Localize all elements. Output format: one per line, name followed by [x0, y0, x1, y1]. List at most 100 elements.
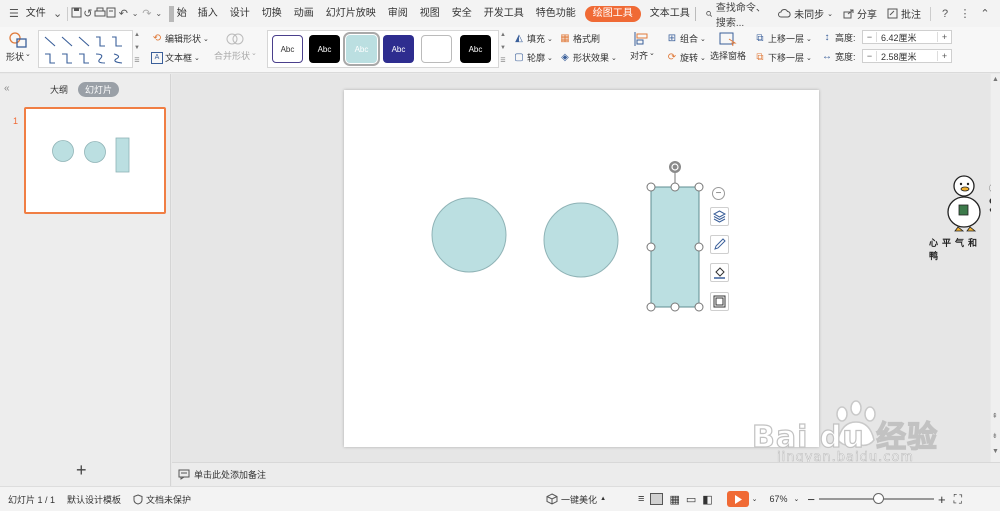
start-tab-collapsed[interactable]: [168, 5, 174, 22]
shape-gallery[interactable]: [38, 30, 133, 68]
scroll-down-arrow[interactable]: ▼: [992, 448, 999, 455]
play-slideshow-button[interactable]: [726, 491, 749, 507]
tab-slideshow[interactable]: 幻灯片放映: [320, 0, 382, 27]
slide-canvas[interactable]: [344, 90, 819, 447]
notes-bar[interactable]: 单击此处添加备注: [172, 462, 1000, 486]
style-swatch-outline-purple[interactable]: Abc: [272, 35, 303, 63]
rotate-button[interactable]: ⟳ 旋转 ⌄: [666, 51, 706, 64]
add-slide-button[interactable]: +: [76, 460, 87, 481]
collapse-panel-icon[interactable]: «: [4, 83, 10, 94]
scroll-prev-page-arrow[interactable]: ⇞: [992, 412, 998, 420]
resize-handle-bottom-center[interactable]: [670, 302, 680, 312]
reading-view-icon[interactable]: ▭: [686, 493, 696, 506]
width-increase-button[interactable]: +: [937, 51, 951, 61]
rectangle-shape-selected[interactable]: [650, 186, 700, 308]
circle-shape-2[interactable]: [543, 202, 619, 278]
circle-shape-1[interactable]: [431, 197, 507, 273]
tab-animation[interactable]: 动画: [288, 0, 320, 27]
slide-thumbnail[interactable]: [24, 107, 166, 214]
file-menu[interactable]: 文件: [20, 0, 52, 27]
chevron-down-icon[interactable]: ⌄: [129, 9, 141, 18]
design-template[interactable]: 默认设计模板: [61, 493, 127, 506]
fill-button[interactable]: ◭ 填充 ⌄: [513, 32, 553, 45]
zoom-in-button[interactable]: +: [938, 492, 946, 507]
shape-fill-quick-button[interactable]: [710, 263, 729, 282]
normal-view-icon[interactable]: [650, 493, 664, 505]
resize-handle-middle-right[interactable]: [694, 242, 704, 252]
zoom-out-button[interactable]: −: [807, 492, 815, 507]
group-button[interactable]: ⊞ 组合 ⌄: [666, 32, 706, 45]
print-icon[interactable]: [94, 7, 106, 21]
outline-button[interactable]: ▢ 轮廓 ⌄: [513, 51, 553, 64]
print-preview-icon[interactable]: [106, 7, 118, 21]
textbox-button[interactable]: A 文本框 ⌄: [151, 51, 200, 64]
fit-window-icon[interactable]: ⛶: [954, 492, 962, 507]
redo-icon[interactable]: ↷: [141, 7, 153, 20]
height-increase-button[interactable]: +: [937, 32, 951, 42]
height-field[interactable]: − 6.42厘米 +: [862, 30, 952, 44]
vertical-scrollbar[interactable]: ▲ ⇞ ⇟ ▼: [991, 74, 1000, 462]
slide-sorter-icon[interactable]: ▦: [669, 493, 679, 506]
resize-handle-top-right[interactable]: [694, 182, 704, 192]
scroll-next-page-arrow[interactable]: ⇟: [992, 432, 998, 440]
share-button[interactable]: 分享: [839, 6, 881, 21]
tab-developer[interactable]: 开发工具: [478, 0, 530, 27]
chevron-down-icon[interactable]: ⌄: [794, 495, 800, 503]
tab-transition[interactable]: 切换: [256, 0, 288, 27]
scroll-up-arrow[interactable]: ▲: [992, 76, 999, 83]
collapse-float-toolbar-button[interactable]: −: [712, 187, 725, 200]
shape-button[interactable]: 形状 ⌄: [6, 31, 31, 63]
resize-handle-bottom-right[interactable]: [694, 302, 704, 312]
style-swatch-white[interactable]: [421, 35, 452, 63]
zoom-slider[interactable]: [819, 493, 935, 504]
one-click-beautify[interactable]: 一键美化 ▲: [540, 493, 612, 506]
style-swatch-navy[interactable]: Abc: [383, 35, 414, 63]
tab-drawing-tools[interactable]: 绘图工具: [584, 5, 641, 22]
style-swatch-black[interactable]: Abc: [309, 35, 340, 63]
tab-special-features[interactable]: 特色功能: [530, 0, 582, 27]
sync-status[interactable]: 未同步 ⌄: [774, 6, 837, 21]
width-decrease-button[interactable]: −: [863, 51, 877, 61]
chevron-down-icon[interactable]: ⌄: [52, 7, 64, 20]
width-field[interactable]: − 2.58厘米 +: [862, 49, 952, 63]
collapse-ribbon-icon[interactable]: ⌃: [976, 7, 994, 20]
tab-text-tools[interactable]: 文本工具: [644, 0, 692, 27]
zoom-slider-handle[interactable]: [873, 493, 885, 504]
align-button[interactable]: 对齐 ⌄: [630, 31, 655, 62]
resize-handle-top-center[interactable]: [670, 182, 680, 192]
chevron-down-icon[interactable]: ⌄: [752, 495, 758, 503]
tab-insert[interactable]: 插入: [192, 0, 224, 27]
more-options-icon[interactable]: ⋮: [956, 7, 974, 20]
shape-style-gallery[interactable]: Abc Abc Abc Abc Abc: [267, 30, 499, 68]
format-brush-button[interactable]: ▦ 格式刷: [559, 32, 600, 45]
zoom-level[interactable]: 67%: [764, 494, 794, 504]
tab-slides[interactable]: 幻灯片: [78, 82, 120, 97]
undo-history-icon[interactable]: ↺: [82, 7, 94, 20]
undo-icon[interactable]: ↶: [117, 7, 129, 20]
tab-security[interactable]: 安全: [446, 0, 478, 27]
height-decrease-button[interactable]: −: [863, 32, 877, 42]
layer-button[interactable]: [710, 207, 729, 226]
presenter-view-icon[interactable]: ◧: [702, 493, 712, 506]
style-swatch-teal-selected[interactable]: Abc: [343, 32, 380, 66]
tab-review[interactable]: 审阅: [382, 0, 414, 27]
send-backward-button[interactable]: ⧉ 下移一层 ⌄: [754, 51, 811, 64]
help-button[interactable]: ?: [936, 8, 954, 20]
partial-tab-label[interactable]: 始: [177, 0, 192, 27]
resize-handle-middle-left[interactable]: [646, 242, 656, 252]
tab-outline[interactable]: 大纲: [50, 83, 68, 96]
annotate-button[interactable]: 批注: [883, 6, 925, 21]
gallery-scroll[interactable]: ▲ ▼ ☰: [134, 30, 140, 67]
tab-view[interactable]: 视图: [414, 0, 446, 27]
shape-frame-quick-button[interactable]: [710, 292, 729, 311]
command-search[interactable]: 查找命令、搜索...: [698, 0, 774, 29]
bring-forward-button[interactable]: ⧉ 上移一层 ⌄: [754, 32, 811, 45]
merge-shape-button[interactable]: 合并形状 ⌄: [214, 31, 257, 62]
shape-effect-button[interactable]: ◈ 形状效果 ⌄: [559, 51, 617, 64]
save-icon[interactable]: [70, 7, 82, 21]
document-protection[interactable]: 文档未保护: [127, 493, 197, 506]
notes-view-icon[interactable]: ≡: [638, 493, 644, 505]
rotate-handle-icon[interactable]: [669, 161, 681, 173]
resize-handle-top-left[interactable]: [646, 182, 656, 192]
customize-toolbar-icon[interactable]: ⌄: [153, 9, 165, 18]
